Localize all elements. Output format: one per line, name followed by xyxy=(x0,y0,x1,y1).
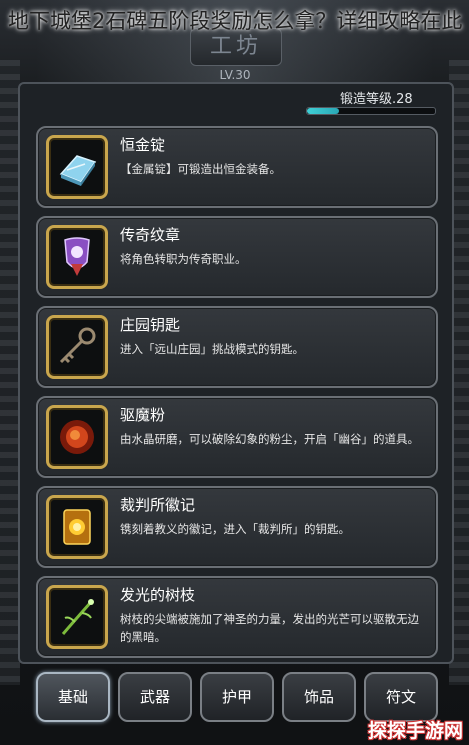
item-icon-frame xyxy=(46,315,108,379)
item-name: 恒金锭 xyxy=(120,136,166,154)
article-caption: 地下城堡2石碑五阶段奖励怎么拿？详细攻略在此 xyxy=(8,9,463,33)
ingot-icon xyxy=(59,155,97,186)
key-icon xyxy=(59,327,96,364)
list-item[interactable]: 恒金锭 【金属锭】可锻造出恒金装备。 xyxy=(36,126,438,208)
item-name: 驱魔粉 xyxy=(120,406,166,424)
tab-accessories[interactable]: 饰品 xyxy=(282,672,356,722)
tab-basic[interactable]: 基础 xyxy=(36,672,110,722)
item-icon-frame xyxy=(46,585,108,649)
item-description: 【金属锭】可锻造出恒金装备。 xyxy=(120,162,281,176)
tab-weapons[interactable]: 武器 xyxy=(118,672,192,722)
item-name: 裁判所徽记 xyxy=(120,496,196,514)
item-icon-frame xyxy=(46,495,108,559)
item-icon-frame xyxy=(46,135,108,199)
list-item[interactable]: 裁判所徽记 镌刻着教义的徽记，进入「裁判所」的钥匙。 xyxy=(36,486,438,568)
forge-progress-bar xyxy=(306,107,436,115)
list-item[interactable]: 庄园钥匙 进入「远山庄园」挑战模式的钥匙。 xyxy=(36,306,438,388)
tab-runes[interactable]: 符文 xyxy=(364,672,438,722)
branch-icon xyxy=(61,599,94,635)
tab-armor[interactable]: 护甲 xyxy=(200,672,274,722)
emblem-icon xyxy=(63,509,91,545)
powder-icon xyxy=(60,420,94,454)
item-name: 发光的树枝 xyxy=(120,586,196,604)
item-description: 树枝的尖端被施加了神圣的力量，发出的光芒可以驱散无边的黑暗。 xyxy=(120,612,419,644)
item-description: 镌刻着教义的徽记，进入「裁判所」的钥匙。 xyxy=(120,522,350,536)
site-watermark: 探探手游网 xyxy=(367,720,463,742)
frame-ornament-left xyxy=(0,60,20,685)
item-description: 进入「远山庄园」挑战模式的钥匙。 xyxy=(120,342,304,356)
crest-icon xyxy=(64,237,90,276)
item-icon-frame xyxy=(46,225,108,289)
item-name: 庄园钥匙 xyxy=(120,316,181,334)
list-item[interactable]: 传奇纹章 将角色转职为传奇职业。 xyxy=(36,216,438,298)
forge-level-label: 锻造等级.28 xyxy=(340,92,413,107)
item-icon-frame xyxy=(46,405,108,469)
item-description: 由水晶研磨，可以破除幻象的粉尘，开启「幽谷」的道具。 xyxy=(120,432,419,446)
list-item[interactable]: 驱魔粉 由水晶研磨，可以破除幻象的粉尘，开启「幽谷」的道具。 xyxy=(36,396,438,478)
forge-progress-fill xyxy=(307,108,339,114)
item-name: 传奇纹章 xyxy=(120,226,181,244)
list-item[interactable]: 发光的树枝 树枝的尖端被施加了神圣的力量，发出的光芒可以驱散无边的黑暗。 xyxy=(36,576,438,658)
item-description: 将角色转职为传奇职业。 xyxy=(120,252,247,266)
